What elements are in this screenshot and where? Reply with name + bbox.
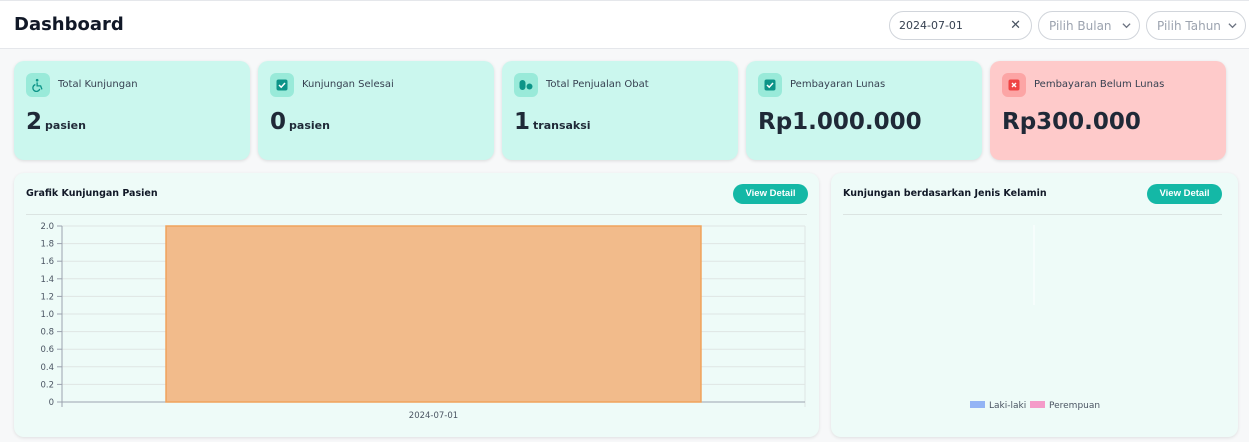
date-value[interactable]: 2024-07-01: [899, 19, 963, 32]
card-label: Total Kunjungan: [58, 79, 138, 90]
legend-label-female: Perempuan: [1049, 401, 1100, 411]
pills-icon: [514, 73, 538, 97]
chevron-down-icon: [1122, 23, 1131, 29]
y-tick-label: 0: [49, 398, 54, 408]
check-icon: [270, 73, 294, 97]
card-value: Rp300.000: [1002, 109, 1141, 135]
card-number: 0: [270, 109, 287, 135]
legend-swatch-female: [1030, 401, 1045, 408]
legend-swatch-male: [970, 401, 985, 408]
card-number: 2: [26, 109, 43, 135]
page-title: Dashboard: [14, 14, 124, 35]
card-label: Pembayaran Belum Lunas: [1034, 79, 1165, 90]
year-placeholder: Pilih Tahun: [1157, 19, 1221, 33]
card-value: 0 pasien: [270, 109, 330, 135]
card-number: 1: [514, 109, 531, 135]
y-tick-label: 1.2: [40, 292, 54, 302]
x-tick-label: 2024-07-01: [409, 411, 458, 421]
y-tick-label: 0.4: [40, 363, 54, 373]
y-tick-label: 0.6: [40, 345, 54, 355]
card-label: Kunjungan Selesai: [302, 79, 394, 90]
wheelchair-icon: [26, 73, 50, 97]
card-unit: pasien: [45, 119, 86, 132]
y-tick-label: 1.0: [40, 310, 54, 320]
check-icon: [758, 73, 782, 97]
visits-bar-chart: 2.0 1.8 1.6 1.4 1.2 1.0 0.8 0.6 0.4 0.2 0 2024-07-0…: [40, 222, 806, 421]
visits-chart-panel: Grafik Kunjungan Pasien View Detail 2.0 1…: [14, 173, 819, 437]
gender-chart-panel: Kunjungan berdasarkan Jenis Kelamin View…: [831, 173, 1238, 437]
card-kunjungan-selesai: Kunjungan Selesai 0 pasien: [258, 61, 494, 160]
legend-label-male: Laki-laki: [989, 401, 1026, 411]
top-bar: Dashboard 2024-07-01 ✕ Pilih Bulan Pilih…: [0, 0, 1249, 49]
card-value: 2 pasien: [26, 109, 86, 135]
card-value: 1 transaksi: [514, 109, 591, 135]
chevron-down-icon: [1228, 23, 1237, 29]
bar: [165, 225, 702, 403]
card-unit: pasien: [289, 119, 330, 132]
y-tick-label: 2.0: [40, 222, 54, 232]
month-select[interactable]: Pilih Bulan: [1038, 11, 1140, 40]
y-tick-label: 1.4: [40, 275, 54, 285]
card-number: Rp300.000: [1002, 109, 1141, 135]
x-icon: [1002, 73, 1026, 97]
date-filter-input[interactable]: 2024-07-01 ✕: [889, 11, 1032, 40]
card-pembayaran-belum-lunas: Pembayaran Belum Lunas Rp300.000: [990, 61, 1226, 160]
card-value: Rp1.000.000: [758, 109, 922, 135]
card-total-penjualan-obat: Total Penjualan Obat 1 transaksi: [502, 61, 738, 160]
y-tick-label: 0.8: [40, 328, 54, 338]
card-pembayaran-lunas: Pembayaran Lunas Rp1.000.000: [746, 61, 982, 160]
card-unit: transaksi: [533, 119, 591, 132]
card-number: Rp1.000.000: [758, 109, 922, 135]
card-label: Total Penjualan Obat: [546, 79, 649, 90]
close-icon[interactable]: ✕: [1010, 18, 1021, 33]
month-placeholder: Pilih Bulan: [1049, 19, 1112, 33]
year-select[interactable]: Pilih Tahun: [1146, 11, 1246, 40]
y-tick-label: 1.6: [40, 257, 54, 267]
card-total-kunjungan: Total Kunjungan 2 pasien: [14, 61, 250, 160]
card-label: Pembayaran Lunas: [790, 79, 886, 90]
gender-pie-chart: Laki-laki Perempuan: [970, 225, 1100, 411]
y-tick-label: 1.8: [40, 240, 54, 250]
y-tick-label: 0.2: [40, 380, 54, 390]
